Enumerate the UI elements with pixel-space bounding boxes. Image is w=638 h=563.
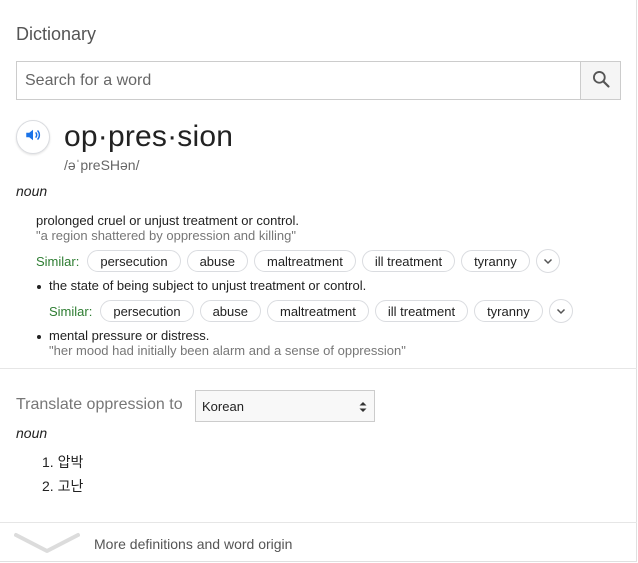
part-of-speech: noun xyxy=(16,183,48,199)
search-box xyxy=(16,61,621,100)
selected-language: Korean xyxy=(202,398,244,414)
divider xyxy=(0,368,637,369)
expand-synonyms-button[interactable] xyxy=(535,249,560,273)
example: "a region shattered by oppression and ki… xyxy=(36,228,296,243)
synonym-chip[interactable]: tyranny xyxy=(461,250,530,272)
search-icon xyxy=(591,69,611,92)
bullet xyxy=(37,285,41,289)
synonym-chip[interactable]: abuse xyxy=(186,250,248,272)
search-input[interactable] xyxy=(17,62,580,99)
language-select[interactable]: Korean xyxy=(195,390,375,422)
similar-label: Similar: xyxy=(36,253,80,269)
translation-item: 2. 고난 xyxy=(42,478,84,494)
similar-row: Similar: persecution abuse maltreatment … xyxy=(36,249,560,273)
pronounce-button[interactable] xyxy=(16,120,50,154)
similar-row: Similar: persecution abuse maltreatment … xyxy=(49,299,573,323)
chevron-down-icon xyxy=(543,258,552,265)
headword: op·pres·sion xyxy=(64,120,234,153)
translation-item: 1. 압박 xyxy=(42,454,84,470)
synonym-chip[interactable]: maltreatment xyxy=(266,300,369,322)
definition: the state of being subject to unjust tre… xyxy=(49,278,367,293)
synonym-chip[interactable]: persecution xyxy=(100,300,194,322)
search-button[interactable] xyxy=(580,62,620,99)
translate-part-of-speech: noun xyxy=(16,425,48,441)
definition: mental pressure or distress. xyxy=(49,328,210,343)
similar-label: Similar: xyxy=(49,303,93,319)
synonym-chip[interactable]: abuse xyxy=(199,300,261,322)
translate-label: Translate oppression to xyxy=(16,396,183,413)
phonetic: /əˈpreSHən/ xyxy=(64,157,140,173)
more-definitions-label: More definitions and word origin xyxy=(94,536,293,552)
definition: prolonged cruel or unjust treatment or c… xyxy=(36,213,300,228)
dictionary-card: Dictionary op·pres·sion /əˈpreSHən/ noun… xyxy=(0,0,637,562)
card-title: Dictionary xyxy=(16,24,97,44)
select-arrows-icon xyxy=(359,402,367,412)
expand-synonyms-button[interactable] xyxy=(548,299,573,323)
synonym-chip[interactable]: persecution xyxy=(87,250,181,272)
speaker-icon xyxy=(24,126,42,149)
bullet xyxy=(37,335,41,339)
synonym-chip[interactable]: ill treatment xyxy=(361,250,456,272)
synonym-chip[interactable]: maltreatment xyxy=(253,250,356,272)
synonym-chip[interactable]: ill treatment xyxy=(374,300,469,322)
chevron-down-icon xyxy=(556,308,565,315)
chevron-down-icon xyxy=(14,533,80,553)
synonym-chip[interactable]: tyranny xyxy=(474,300,543,322)
example: "her mood had initially been alarm and a… xyxy=(49,343,406,358)
more-definitions-link[interactable]: More definitions and word origin xyxy=(0,523,637,561)
